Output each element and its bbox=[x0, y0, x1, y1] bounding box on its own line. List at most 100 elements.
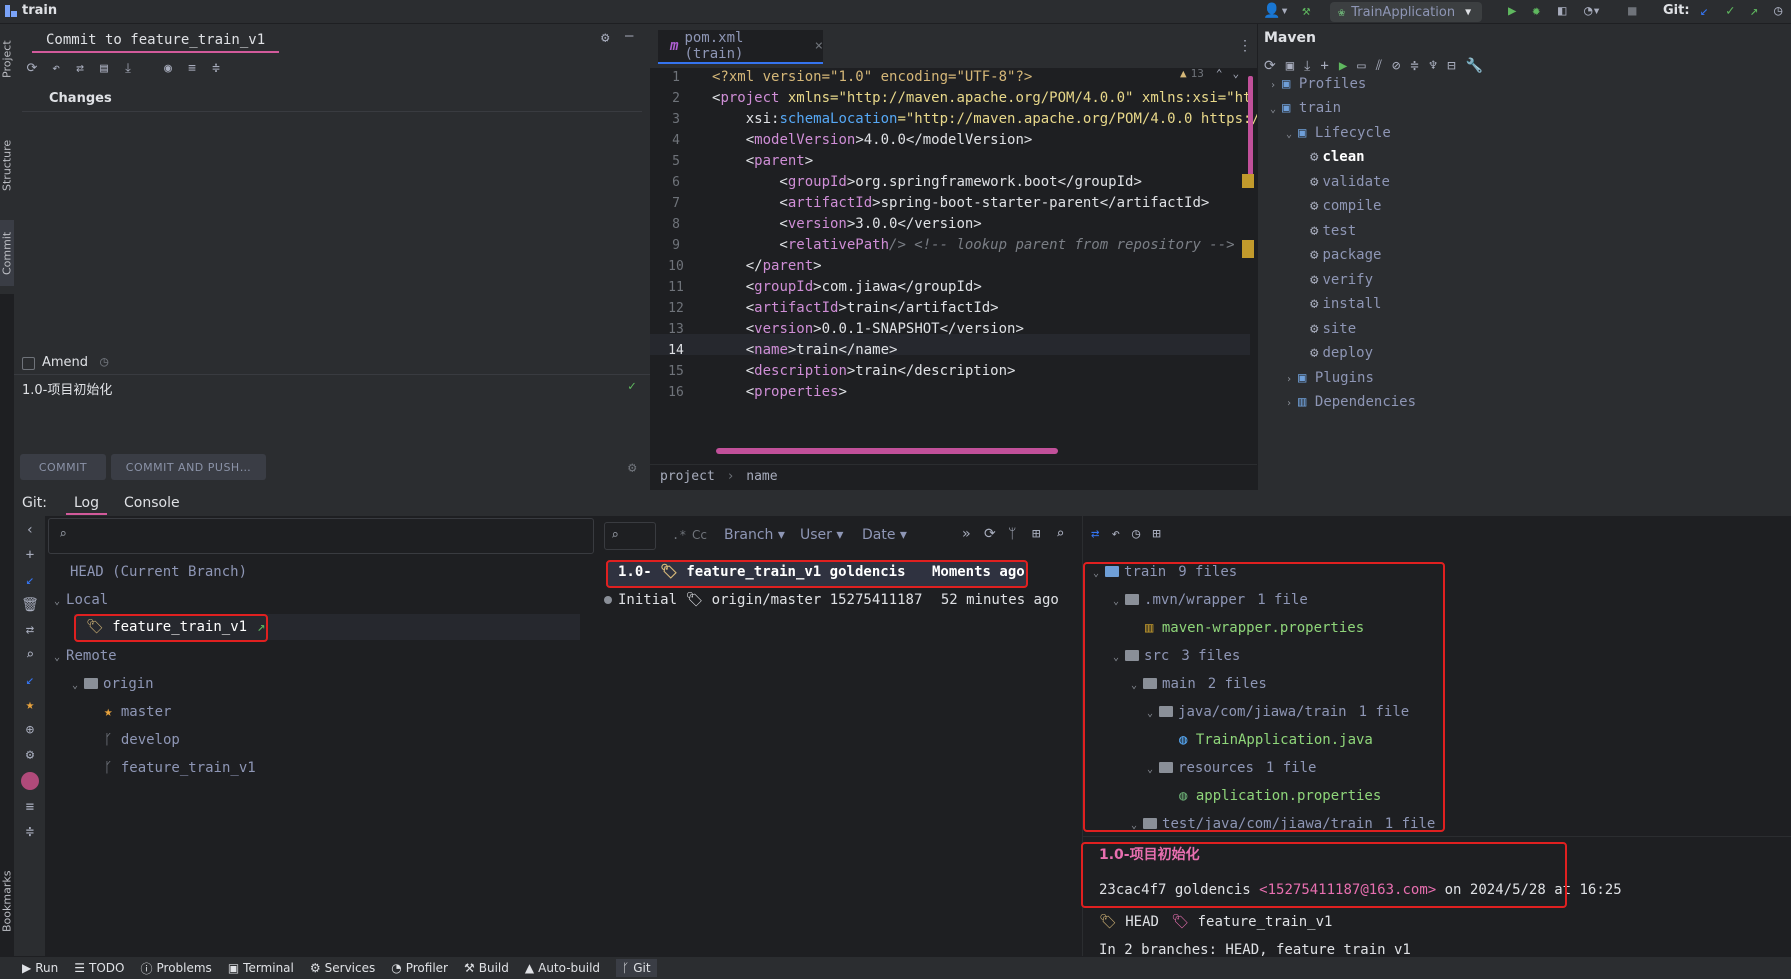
refresh-icon[interactable]: ⟳ bbox=[24, 60, 40, 76]
code-line[interactable]: xsi:schemaLocation="http://maven.apache.… bbox=[712, 111, 1260, 127]
collapse-icon[interactable]: ≑ bbox=[26, 824, 34, 840]
maven-plugins[interactable]: › ▣ Plugins bbox=[1286, 370, 1374, 386]
commit-and-push-button[interactable]: COMMIT AND PUSH… bbox=[111, 454, 266, 480]
line-number[interactable]: 4 bbox=[650, 133, 702, 148]
chevron-up-icon[interactable]: ⌃ bbox=[1216, 67, 1223, 80]
cherry-pick-icon[interactable]: ᛘ bbox=[1008, 526, 1016, 542]
maven-phase-test[interactable]: ⚙ test bbox=[1310, 223, 1356, 239]
code-line[interactable]: <groupId>com.jiawa</groupId> bbox=[712, 279, 982, 295]
branch-search-input[interactable]: ⌕ bbox=[48, 518, 594, 554]
maven-lifecycle[interactable]: ⌄ ▣ Lifecycle bbox=[1286, 125, 1391, 141]
generate-sources-icon[interactable]: ▣ bbox=[1286, 58, 1294, 74]
run-icon[interactable]: ▶ bbox=[1508, 3, 1516, 19]
add-icon[interactable]: + bbox=[1320, 58, 1328, 74]
commit-tab[interactable]: Commit to feature_train_v1 bbox=[32, 28, 280, 53]
download-icon[interactable]: ⤓ bbox=[1304, 58, 1310, 74]
commit-message-area[interactable]: 1.0-项目初始化 ✓ bbox=[14, 374, 650, 444]
profile-icon[interactable]: ◔▾ bbox=[1584, 3, 1601, 19]
line-number[interactable]: 9 bbox=[650, 238, 702, 253]
status-auto-build[interactable]: ▲ Auto-build bbox=[525, 961, 600, 975]
skip-tests-icon[interactable]: ⊘ bbox=[1392, 58, 1400, 74]
more-icon[interactable]: ⋮ bbox=[1238, 38, 1252, 54]
run-config-select[interactable]: ❀ TrainApplication ▼ bbox=[1330, 2, 1482, 22]
fetch-icon[interactable]: ↙ bbox=[26, 672, 34, 688]
status-services[interactable]: ⚙ Services bbox=[310, 961, 375, 975]
vertical-scrollbar-thumb[interactable] bbox=[1248, 76, 1253, 176]
build-hammer-icon[interactable]: ⚒ bbox=[1302, 3, 1310, 19]
tab-log[interactable]: Log bbox=[66, 493, 108, 515]
gear-icon[interactable]: ⚙ bbox=[601, 30, 609, 46]
diff-icon[interactable]: ⇄ bbox=[1091, 526, 1099, 542]
branch-head[interactable]: HEAD (Current Branch) bbox=[70, 564, 247, 580]
chevron-left-icon[interactable]: ‹ bbox=[26, 522, 34, 538]
changed-dir-main[interactable]: ⌄ main 2 files bbox=[1131, 676, 1267, 692]
line-number[interactable]: 16 bbox=[650, 385, 702, 400]
maven-phase-validate[interactable]: ⚙ validate bbox=[1310, 174, 1390, 190]
changed-file-application-properties[interactable]: ◍ application.properties bbox=[1179, 788, 1381, 804]
show-deps-icon[interactable]: ♆ bbox=[1429, 58, 1437, 74]
maven-profiles[interactable]: › ▣ Profiles bbox=[1270, 76, 1366, 92]
log-search-input[interactable]: ⌕ bbox=[604, 522, 656, 550]
branch-group-local[interactable]: ⌄ Local bbox=[54, 592, 108, 608]
code-line[interactable]: <parent> bbox=[712, 153, 813, 169]
breadcrumb-project[interactable]: project bbox=[660, 469, 715, 484]
remote-branch-master[interactable]: ★ master bbox=[104, 704, 171, 720]
revert-icon[interactable]: ↶ bbox=[1111, 526, 1119, 542]
execute-goal-icon[interactable]: ▭ bbox=[1357, 58, 1365, 74]
commit-message-text[interactable]: 1.0-项目初始化 bbox=[22, 379, 112, 398]
code-line[interactable]: </parent> bbox=[712, 258, 822, 274]
date-filter[interactable]: Date ▾ bbox=[862, 527, 907, 543]
line-number[interactable]: 3 bbox=[650, 112, 702, 127]
tab-pom-xml[interactable]: m pom.xml (train) × bbox=[658, 30, 823, 64]
inspection-widget[interactable]: ▲ 13 ⌃ ⌄ bbox=[1180, 64, 1239, 82]
expand-all-icon[interactable]: ≡ bbox=[184, 60, 200, 76]
debug-icon[interactable]: ✹ bbox=[1532, 3, 1540, 19]
search-icon[interactable]: ⌕ bbox=[1056, 526, 1064, 542]
tab-console[interactable]: Console bbox=[124, 495, 180, 511]
tab-project[interactable]: Project bbox=[0, 28, 14, 90]
changelist-icon[interactable]: ▤ bbox=[96, 60, 112, 76]
code-line[interactable]: <name>train</name> bbox=[712, 342, 898, 358]
status-profiler[interactable]: ◔ Profiler bbox=[391, 961, 448, 975]
commit-row[interactable]: Initial 🏷 origin/master 15275411187 52 m… bbox=[618, 592, 1059, 608]
user-filter[interactable]: User ▾ bbox=[800, 527, 843, 543]
code-line[interactable]: <relativePath/> <!-- lookup parent from … bbox=[712, 237, 1234, 253]
minimize-icon[interactable]: — bbox=[625, 28, 633, 44]
add-branch-icon[interactable]: + bbox=[26, 547, 34, 563]
status-terminal[interactable]: ▣ Terminal bbox=[228, 961, 294, 975]
line-number[interactable]: 12 bbox=[650, 301, 702, 316]
search-icon[interactable]: ⌕ bbox=[26, 647, 34, 663]
shelve-icon[interactable]: ⤓ bbox=[120, 60, 136, 76]
tab-structure[interactable]: Structure bbox=[0, 120, 14, 210]
git-push-icon[interactable]: ↗ bbox=[1750, 3, 1758, 19]
line-number[interactable]: 7 bbox=[650, 196, 702, 211]
changed-dir-src[interactable]: ⌄ src 3 files bbox=[1113, 648, 1240, 664]
delete-icon[interactable]: 🗑 bbox=[21, 597, 39, 613]
code-line[interactable]: <artifactId>train</artifactId> bbox=[712, 300, 999, 316]
remote-branch-develop[interactable]: ᚴ develop bbox=[104, 732, 180, 748]
regex-icon[interactable]: .* bbox=[672, 528, 686, 542]
status-git[interactable]: ᚴ Git bbox=[616, 959, 657, 977]
changed-file-trainapplication[interactable]: ◍ TrainApplication.java bbox=[1179, 732, 1373, 748]
maven-phase-verify[interactable]: ⚙ verify bbox=[1310, 272, 1373, 288]
changed-dir-java[interactable]: ⌄ java/com/jiawa/train 1 file bbox=[1147, 704, 1409, 720]
changed-dir-test[interactable]: ⌄ test/java/com/jiawa/train 1 file bbox=[1131, 816, 1435, 832]
branch-filter[interactable]: Branch ▾ bbox=[724, 527, 785, 543]
run-maven-icon[interactable]: ▶ bbox=[1339, 58, 1347, 74]
coverage-icon[interactable]: ◧ bbox=[1558, 3, 1566, 19]
tab-bookmarks[interactable]: Bookmarks bbox=[0, 856, 14, 946]
code-line[interactable]: <groupId>org.springframework.boot</group… bbox=[712, 174, 1141, 190]
commit-email[interactable]: <15275411187@163.com> bbox=[1259, 882, 1436, 898]
amend-checkbox[interactable] bbox=[22, 357, 35, 370]
line-number[interactable]: 13 bbox=[650, 322, 702, 337]
reload-icon[interactable]: ⟳ bbox=[1264, 58, 1276, 74]
maven-phase-deploy[interactable]: ⚙ deploy bbox=[1310, 345, 1373, 361]
wrench-icon[interactable]: 🔧 bbox=[1466, 58, 1483, 74]
local-branch-feature_train_v1[interactable]: 🏷 feature_train_v1 ↗ bbox=[86, 619, 266, 635]
commit-hash[interactable]: 23cac4f7 bbox=[1099, 882, 1166, 898]
maven-phase-install[interactable]: ⚙ install bbox=[1310, 296, 1381, 312]
line-number[interactable]: 6 bbox=[650, 175, 702, 190]
line-number[interactable]: 5 bbox=[650, 154, 702, 169]
git-update-icon[interactable]: ↙ bbox=[1700, 3, 1708, 19]
toggle-offline-icon[interactable]: ⫽ bbox=[1376, 58, 1382, 74]
